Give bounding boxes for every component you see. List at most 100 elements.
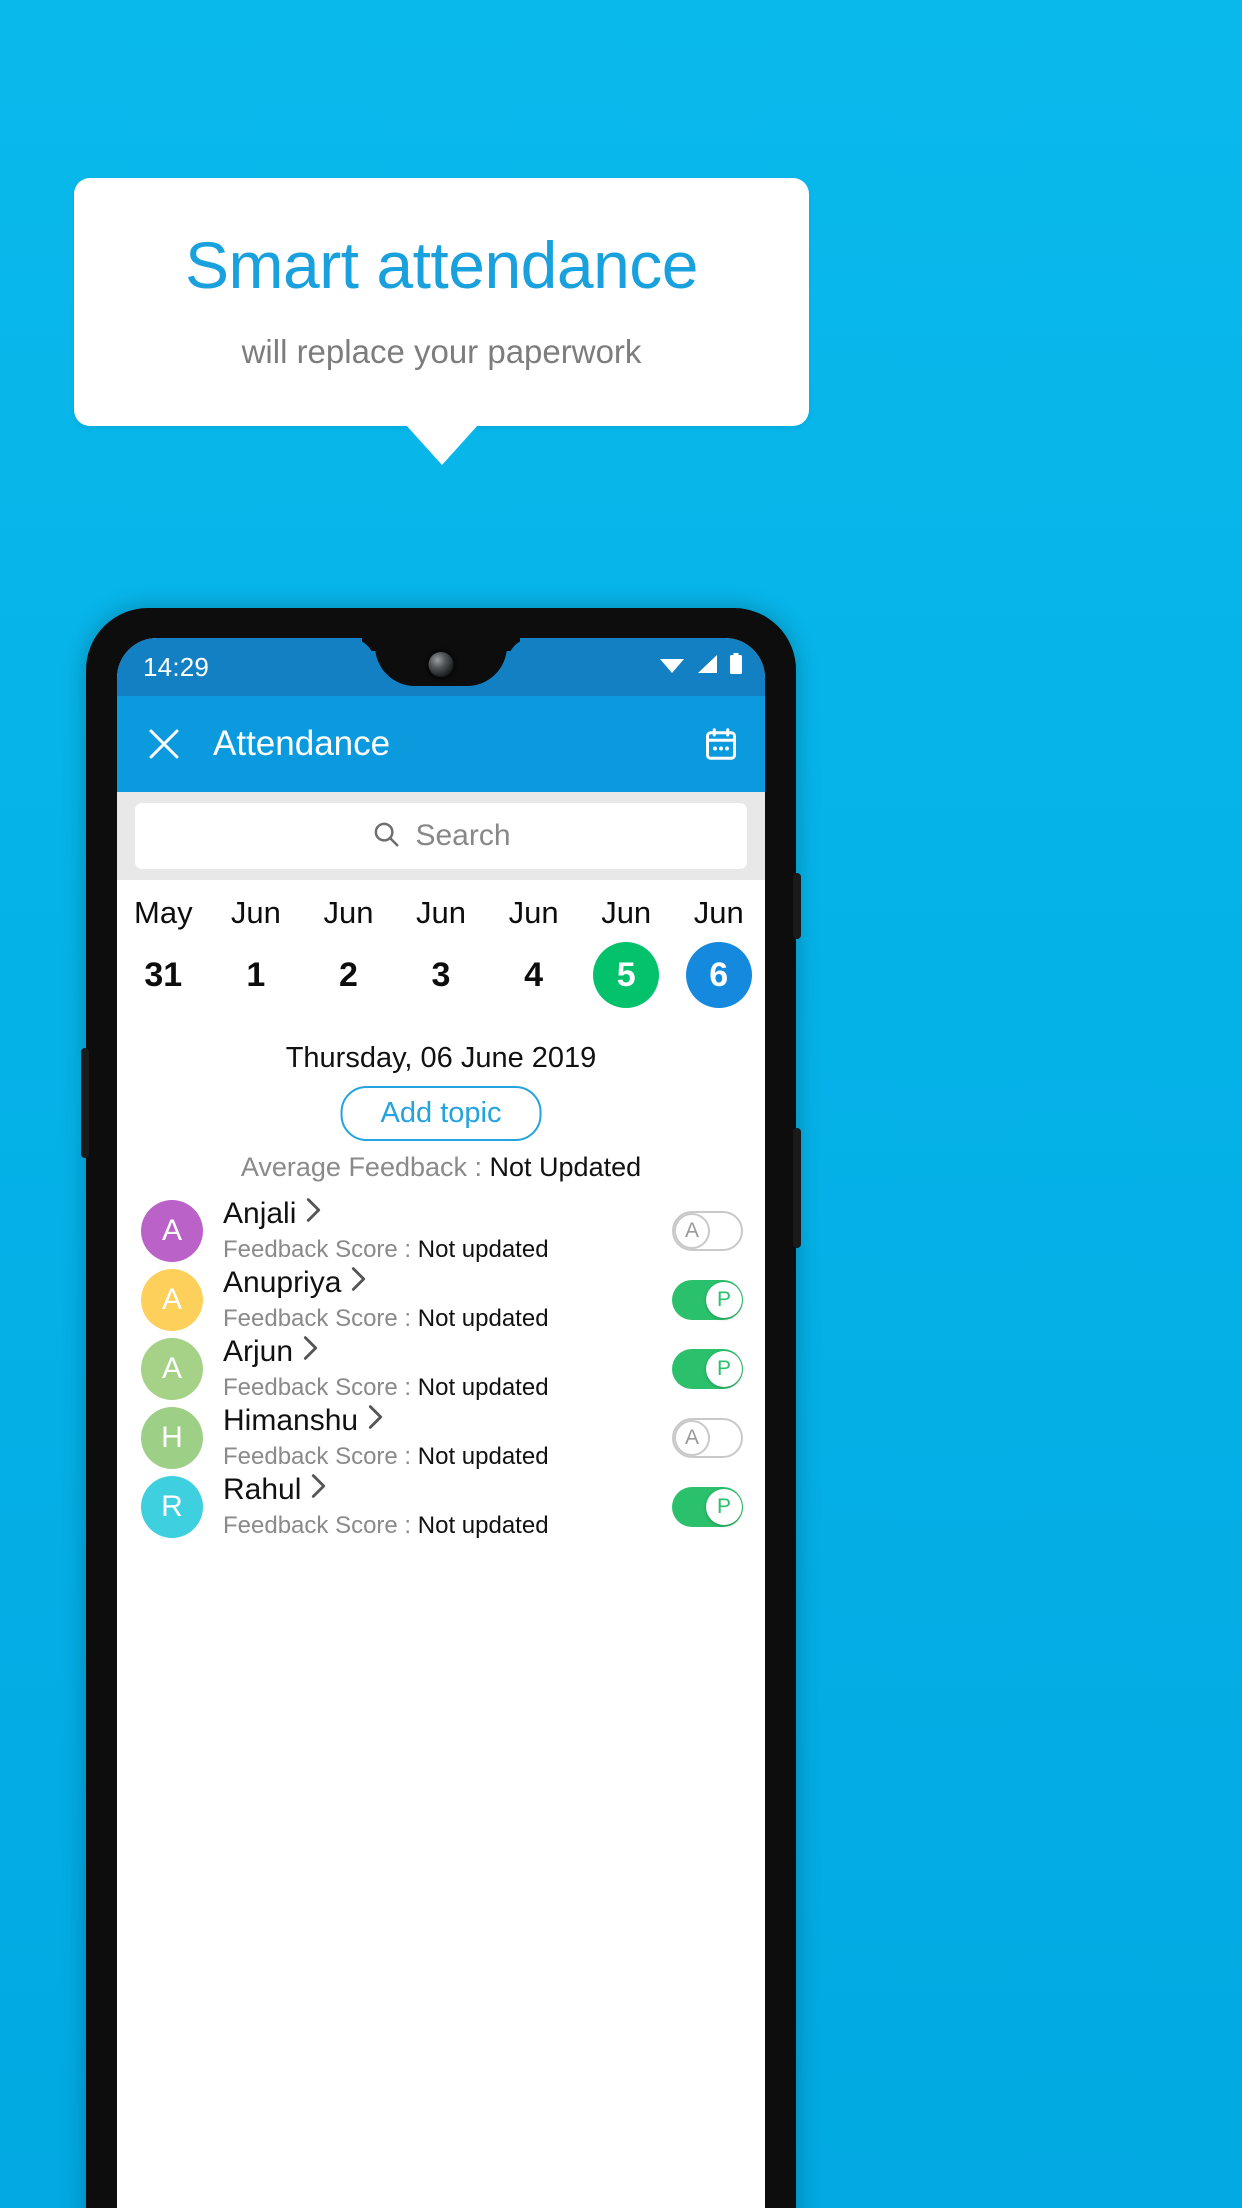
search-bar-container: Search <box>117 792 765 880</box>
student-info: Himanshu Feedback Score : Not updated <box>223 1403 672 1473</box>
student-name: Arjun <box>223 1334 294 1368</box>
date-day-number: 2 <box>338 955 358 994</box>
date-month-label: Jun <box>230 895 281 930</box>
attendance-toggle[interactable]: P <box>672 1486 743 1527</box>
chevron-right-icon <box>310 1472 327 1508</box>
feedback-score-value: Not updated <box>417 1442 549 1470</box>
date-cell[interactable]: Jun 2 <box>302 880 395 1040</box>
chevron-right-icon <box>305 1196 322 1232</box>
student-list: A Anjali Feedback Score : Not updated A A Anu… <box>117 1196 765 1541</box>
avatar: A <box>141 1199 203 1262</box>
avatar: H <box>141 1406 203 1469</box>
phone-side-button-left <box>81 1048 89 1158</box>
date-month-label: May <box>134 895 193 930</box>
attendance-toggle-knob: P <box>706 1488 742 1525</box>
student-info: Anjali Feedback Score : Not updated <box>223 1196 672 1266</box>
attendance-toggle[interactable]: P <box>672 1279 743 1320</box>
date-day-number: 5 <box>593 942 660 1008</box>
student-name-row[interactable]: Anupriya <box>223 1265 672 1301</box>
student-name: Rahul <box>223 1472 302 1506</box>
date-month-label: Jun <box>323 895 374 930</box>
student-name-row[interactable]: Himanshu <box>223 1403 672 1439</box>
student-name: Himanshu <box>223 1403 359 1437</box>
student-info: Anupriya Feedback Score : Not updated <box>223 1265 672 1335</box>
attendance-toggle[interactable]: A <box>672 1417 743 1458</box>
feedback-score-label: Feedback Score : <box>223 1304 418 1332</box>
front-camera <box>428 652 454 677</box>
average-feedback-value: Not Updated <box>489 1152 642 1182</box>
phone-screen: 14:29 Attendance Search May 31 Jun 1 Jun… <box>117 638 765 2208</box>
date-strip: May 31 Jun 1 Jun 2 Jun 3 Jun 4 Jun 5 Jun 6 <box>117 880 765 1040</box>
date-month-label: Jun <box>508 895 559 930</box>
date-day-number: 31 <box>144 955 183 994</box>
add-topic-button[interactable]: Add topic <box>340 1086 542 1141</box>
battery-icon <box>729 653 743 680</box>
promo-title: Smart attendance <box>185 228 698 302</box>
student-info: Rahul Feedback Score : Not updated <box>223 1472 672 1542</box>
chevron-right-icon <box>367 1403 384 1439</box>
feedback-score-value: Not updated <box>417 1511 549 1539</box>
calendar-icon[interactable] <box>699 722 743 766</box>
promo-callout-tail <box>406 425 478 465</box>
date-cell[interactable]: May 31 <box>117 880 210 1040</box>
date-cell[interactable]: Jun 5 <box>580 880 673 1040</box>
avatar: A <box>141 1268 203 1331</box>
date-day-number: 6 <box>685 942 752 1008</box>
wifi-icon <box>659 654 685 679</box>
search-icon <box>371 819 401 854</box>
feedback-score: Feedback Score : Not updated <box>223 1303 672 1335</box>
average-feedback: Average Feedback : Not Updated <box>117 1152 765 1183</box>
student-name-row[interactable]: Arjun <box>223 1334 672 1370</box>
feedback-score-value: Not updated <box>417 1373 549 1401</box>
search-placeholder-text: Search <box>415 819 511 852</box>
date-day-number: 4 <box>524 955 544 994</box>
student-row[interactable]: A Anjali Feedback Score : Not updated A <box>117 1196 765 1265</box>
status-clock: 14:29 <box>143 652 210 682</box>
phone-notch <box>375 638 507 686</box>
feedback-score: Feedback Score : Not updated <box>223 1441 672 1473</box>
average-feedback-label: Average Feedback : <box>240 1152 490 1182</box>
status-icon-group <box>659 653 743 680</box>
student-row[interactable]: A Anupriya Feedback Score : Not updated P <box>117 1265 765 1334</box>
feedback-score-label: Feedback Score : <box>223 1511 418 1539</box>
student-row[interactable]: A Arjun Feedback Score : Not updated P <box>117 1334 765 1403</box>
feedback-score: Feedback Score : Not updated <box>223 1234 672 1266</box>
promo-callout-card: Smart attendance will replace your paper… <box>74 178 809 426</box>
student-name-row[interactable]: Anjali <box>223 1196 672 1232</box>
attendance-toggle[interactable]: A <box>672 1210 743 1251</box>
page-title: Attendance <box>213 724 391 763</box>
attendance-toggle-knob: A <box>674 1212 710 1249</box>
feedback-score-label: Feedback Score : <box>223 1235 418 1263</box>
search-input[interactable]: Search <box>135 803 747 869</box>
attendance-toggle-knob: P <box>706 1281 742 1318</box>
phone-volume-button <box>793 1128 801 1248</box>
student-name: Anupriya <box>223 1265 342 1299</box>
attendance-toggle[interactable]: P <box>672 1348 743 1389</box>
date-cell[interactable]: Jun 3 <box>395 880 488 1040</box>
attendance-toggle-knob: P <box>706 1350 742 1387</box>
student-row[interactable]: H Himanshu Feedback Score : Not updated A <box>117 1403 765 1472</box>
feedback-score-value: Not updated <box>417 1235 549 1263</box>
feedback-score: Feedback Score : Not updated <box>223 1510 672 1542</box>
attendance-toggle-knob: A <box>674 1419 710 1456</box>
student-name-row[interactable]: Rahul <box>223 1472 672 1508</box>
close-icon[interactable] <box>142 722 186 766</box>
selected-date-label: Thursday, 06 June 2019 <box>285 1042 597 1074</box>
status-bar: 14:29 <box>117 638 765 696</box>
promo-subtitle: will replace your paperwork <box>241 333 642 370</box>
chevron-right-icon <box>350 1265 367 1301</box>
date-month-label: Jun <box>693 895 744 930</box>
student-info: Arjun Feedback Score : Not updated <box>223 1334 672 1404</box>
feedback-score-label: Feedback Score : <box>223 1373 418 1401</box>
chevron-right-icon <box>302 1334 319 1370</box>
feedback-score-label: Feedback Score : <box>223 1442 418 1470</box>
avatar: A <box>141 1337 203 1400</box>
signal-icon <box>696 654 718 679</box>
phone-power-button <box>793 873 801 939</box>
date-cell[interactable]: Jun 6 <box>672 880 765 1040</box>
avatar: R <box>141 1475 203 1538</box>
date-day-number: 1 <box>246 955 266 994</box>
date-cell[interactable]: Jun 4 <box>487 880 580 1040</box>
date-cell[interactable]: Jun 1 <box>210 880 303 1040</box>
student-row[interactable]: R Rahul Feedback Score : Not updated P <box>117 1472 765 1541</box>
